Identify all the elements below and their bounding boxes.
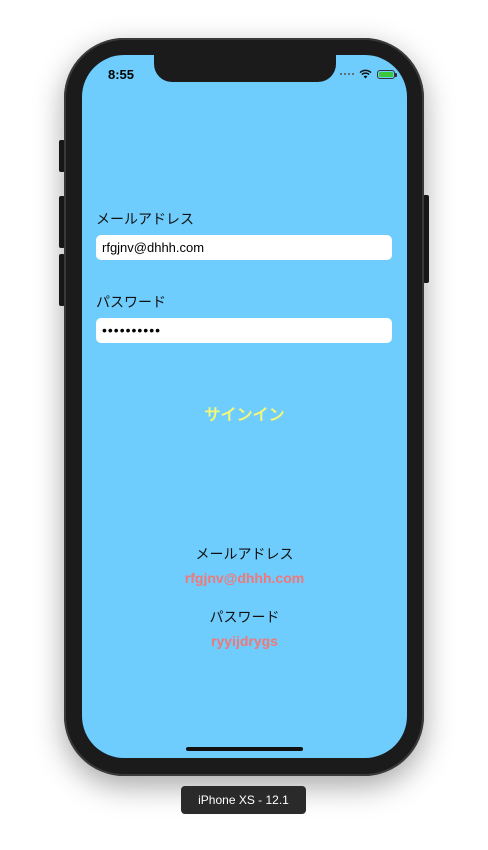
device-caption: iPhone XS - 12.1 [181, 786, 306, 814]
result-email-value: rfgjnv@dhhh.com [184, 570, 305, 586]
cellular-signal-icon [340, 73, 354, 75]
password-field[interactable]: •••••••••• [96, 318, 392, 343]
password-label: パスワード [96, 295, 166, 311]
email-field[interactable]: rfgjnv@dhhh.com [96, 235, 392, 260]
result-password-value: ryyijdrygs [211, 633, 278, 649]
signin-button[interactable]: サインイン [82, 401, 407, 425]
simulator-stage: 8:55 メールアドレス rfgjnv@dhhh.com パスワード •••••… [0, 0, 488, 850]
status-time: 8:55 [108, 67, 135, 82]
home-indicator[interactable] [186, 747, 303, 751]
result-email-label: メールアドレス [195, 547, 294, 563]
app-screen: 8:55 メールアドレス rfgjnv@dhhh.com パスワード •••••… [82, 55, 407, 758]
email-label: メールアドレス [96, 212, 194, 228]
status-icons [340, 69, 397, 79]
wifi-icon [359, 69, 372, 79]
notch [154, 55, 336, 82]
battery-charging-icon [377, 69, 397, 79]
result-password-label: パスワード [209, 610, 280, 626]
